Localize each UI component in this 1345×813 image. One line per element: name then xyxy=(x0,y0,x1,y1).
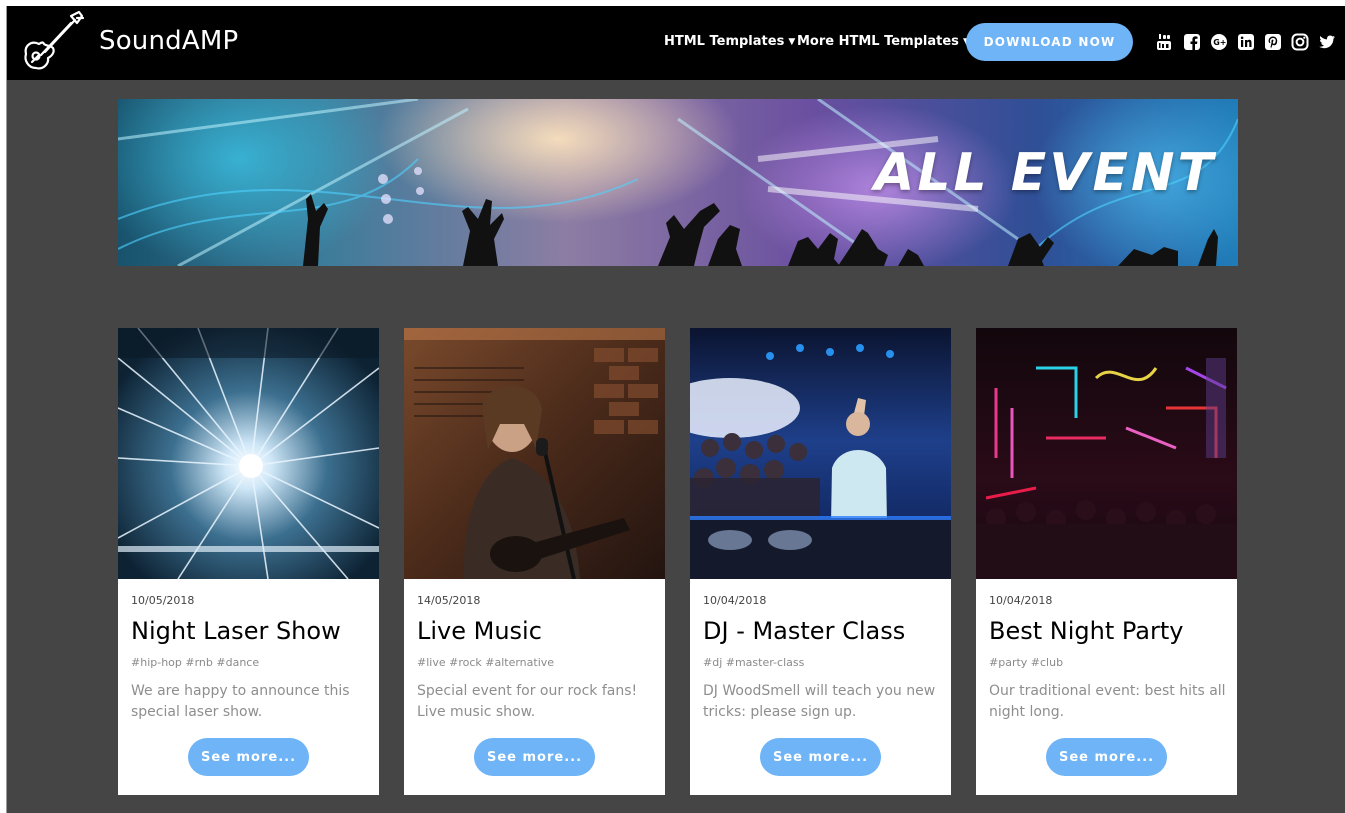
event-title[interactable]: Best Night Party xyxy=(989,617,1183,645)
youtube-icon[interactable] xyxy=(1155,33,1173,51)
event-card: 10/04/2018 DJ - Master Class #dj #master… xyxy=(690,328,951,795)
pinterest-icon[interactable] xyxy=(1264,33,1282,51)
event-date: 10/05/2018 xyxy=(131,594,195,607)
see-more-button[interactable]: See more... xyxy=(1046,738,1167,776)
download-now-button[interactable]: DOWNLOAD NOW xyxy=(966,23,1133,61)
event-card: 10/04/2018 Best Night Party #party #club… xyxy=(976,328,1237,795)
event-tags: #dj #master-class xyxy=(703,656,805,669)
laser-show-image[interactable] xyxy=(118,328,379,579)
nav-html-templates[interactable]: HTML Templates ▼ xyxy=(664,34,795,49)
event-title[interactable]: DJ - Master Class xyxy=(703,617,905,645)
event-tags: #hip-hop #rnb #dance xyxy=(131,656,260,669)
event-card: 14/05/2018 Live Music #live #rock #alter… xyxy=(404,328,665,795)
dj-master-class-image[interactable] xyxy=(690,328,951,579)
svg-text:G+: G+ xyxy=(1213,38,1226,47)
event-description: We are happy to announce this special la… xyxy=(131,683,350,720)
caret-down-icon: ▼ xyxy=(788,37,796,47)
page-frame: SoundAMP HTML Templates ▼ More HTML Templ… xyxy=(6,6,1345,813)
event-date: 10/04/2018 xyxy=(989,594,1053,607)
see-more-button[interactable]: See more... xyxy=(474,738,595,776)
night-party-image[interactable] xyxy=(976,328,1237,579)
facebook-icon[interactable] xyxy=(1183,33,1201,51)
nav-html-templates-label: HTML Templates xyxy=(664,34,785,49)
live-music-image[interactable] xyxy=(404,328,665,579)
events-banner: ALL EVENT xyxy=(118,99,1238,266)
brand-name[interactable]: SoundAMP xyxy=(99,26,238,56)
see-more-button[interactable]: See more... xyxy=(188,738,309,776)
linkedin-icon[interactable] xyxy=(1237,33,1255,51)
event-date: 10/04/2018 xyxy=(703,594,767,607)
event-card: 10/05/2018 Night Laser Show #hip-hop #rn… xyxy=(118,328,379,795)
electric-guitar-icon[interactable] xyxy=(19,10,85,76)
event-tags: #live #rock #alternative xyxy=(417,656,555,669)
see-more-button[interactable]: See more... xyxy=(760,738,881,776)
instagram-icon[interactable] xyxy=(1291,33,1309,51)
event-tags: #party #club xyxy=(989,656,1064,669)
event-title[interactable]: Live Music xyxy=(417,617,542,645)
twitter-icon[interactable] xyxy=(1318,33,1336,51)
event-description: Our traditional event: best hits all nig… xyxy=(989,683,1226,720)
event-description: Special event for our rock fans! Live mu… xyxy=(417,683,638,720)
google-plus-icon[interactable]: G+ xyxy=(1210,33,1228,51)
nav-more-html-templates-label: More HTML Templates xyxy=(797,34,959,49)
nav-more-html-templates[interactable]: More HTML Templates▼ xyxy=(797,34,970,49)
event-description: DJ WoodSmell will teach you new tricks: … xyxy=(703,683,936,720)
event-date: 14/05/2018 xyxy=(417,594,481,607)
navbar: SoundAMP HTML Templates ▼ More HTML Templ… xyxy=(7,6,1345,80)
event-title[interactable]: Night Laser Show xyxy=(131,617,341,645)
banner-title: ALL EVENT xyxy=(874,143,1216,203)
